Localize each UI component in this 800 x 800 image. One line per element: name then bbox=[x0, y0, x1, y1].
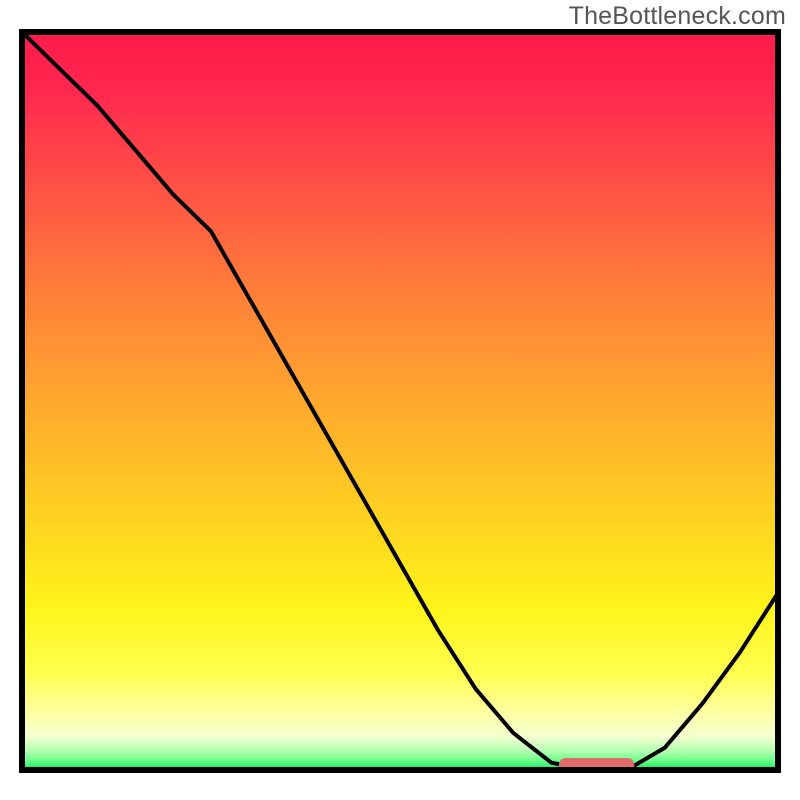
chart-container: TheBottleneck.com bbox=[0, 0, 800, 800]
plot-area bbox=[22, 32, 778, 772]
gradient-background bbox=[22, 32, 778, 770]
watermark-text: TheBottleneck.com bbox=[569, 2, 786, 31]
bottleneck-chart bbox=[0, 0, 800, 800]
